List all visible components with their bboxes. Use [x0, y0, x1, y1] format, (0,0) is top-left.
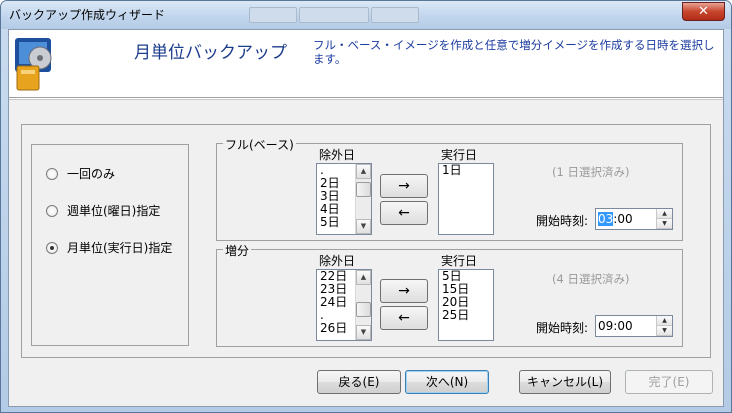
incremental-excluded-items[interactable]: 22日 23日 24日 . 26日: [320, 270, 347, 335]
full-executed-items[interactable]: 1日: [442, 164, 462, 177]
full-start-time-field[interactable]: 03:00 ▲ ▼: [595, 208, 673, 230]
window-title: バックアップ作成ウィザード: [9, 8, 166, 22]
full-add-day-button[interactable]: →: [380, 174, 428, 198]
page-title: 月単位バックアップ: [134, 43, 287, 63]
full-group-label: フル(ベース): [223, 136, 296, 153]
spin-up-icon[interactable]: ▲: [657, 209, 672, 219]
next-button[interactable]: 次へ(N): [405, 370, 489, 394]
incremental-add-day-button[interactable]: →: [380, 279, 428, 303]
incremental-time-spinner[interactable]: ▲ ▼: [656, 316, 672, 336]
full-executed-list[interactable]: 1日: [438, 163, 494, 235]
mode-option-weekly[interactable]: 週単位(曜日)指定: [46, 202, 160, 219]
full-selected-count: (1 日選択済み): [552, 165, 630, 179]
scroll-up-icon[interactable]: ▲: [356, 164, 371, 179]
scroll-down-icon[interactable]: ▼: [356, 219, 371, 234]
full-start-time-label: 開始時刻:: [536, 214, 589, 228]
list-item[interactable]: 25日: [442, 309, 469, 322]
incremental-start-time-field[interactable]: 09:00 ▲ ▼: [595, 315, 673, 337]
spin-up-icon[interactable]: ▲: [657, 316, 672, 326]
spin-down-icon[interactable]: ▼: [657, 219, 672, 229]
mode-option-once[interactable]: 一回のみ: [46, 165, 115, 182]
incremental-executed-label: 実行日: [441, 254, 478, 268]
mode-weekly-label: 週単位(曜日)指定: [67, 204, 161, 218]
mode-once-label: 一回のみ: [67, 167, 116, 181]
finish-button[interactable]: 完了(E): [625, 370, 713, 394]
background-taskbar-ghost: [249, 7, 419, 25]
scroll-down-icon[interactable]: ▼: [356, 325, 371, 340]
wizard-client-area: 月単位バックアップ フル・ベース・イメージを作成と任意で増分イメージを作成する日…: [8, 29, 724, 407]
full-time-rest[interactable]: :00: [613, 212, 632, 226]
incremental-selected-count: (4 日選択済み): [552, 272, 630, 286]
incremental-executed-list[interactable]: 5日 15日 20日 25日: [438, 269, 494, 341]
scroll-thumb[interactable]: [356, 302, 371, 317]
full-start-time-value[interactable]: 03:00: [598, 212, 633, 226]
full-remove-day-button[interactable]: ←: [380, 201, 428, 225]
header-separator: [9, 98, 723, 100]
list-item[interactable]: 26日: [320, 322, 347, 335]
list-item[interactable]: 24日: [320, 296, 347, 309]
full-excluded-scrollbar[interactable]: ▲ ▼: [355, 164, 371, 234]
back-button[interactable]: 戻る(E): [317, 370, 401, 394]
full-executed-label: 実行日: [441, 148, 478, 162]
incremental-excluded-label: 除外日: [319, 254, 356, 268]
incremental-excluded-scrollbar[interactable]: ▲ ▼: [355, 270, 371, 340]
cancel-button[interactable]: キャンセル(L): [519, 370, 611, 394]
wizard-window: バックアップ作成ウィザード ✕ 月単位バックアップ フル・ベース・イメージを作成…: [0, 0, 732, 413]
incremental-group-label: 増分: [223, 242, 252, 259]
full-excluded-items[interactable]: . 2日 3日 4日 5日: [320, 164, 340, 229]
schedule-mode-panel: 一回のみ 週単位(曜日)指定 月単位(実行日)指定: [31, 144, 189, 346]
incremental-excluded-list[interactable]: 22日 23日 24日 . 26日 ▲ ▼: [316, 269, 372, 341]
radio-once-icon[interactable]: [46, 167, 58, 180]
wizard-header: 月単位バックアップ フル・ベース・イメージを作成と任意で増分イメージを作成する日…: [9, 30, 723, 98]
backup-wizard-icon: [15, 38, 52, 91]
incremental-executed-items[interactable]: 5日 15日 20日 25日: [442, 270, 469, 322]
incremental-remove-day-button[interactable]: ←: [380, 306, 428, 330]
full-excluded-list[interactable]: . 2日 3日 4日 5日 ▲ ▼: [316, 163, 372, 235]
full-excluded-label: 除外日: [319, 148, 356, 162]
list-item[interactable]: 5日: [320, 216, 340, 229]
scroll-up-icon[interactable]: ▲: [356, 270, 371, 285]
radio-monthly-icon[interactable]: [46, 241, 58, 254]
incremental-start-time-value[interactable]: 09:00: [598, 319, 633, 333]
full-time-spinner[interactable]: ▲ ▼: [656, 209, 672, 229]
close-button[interactable]: ✕: [682, 2, 725, 21]
scroll-thumb[interactable]: [356, 182, 371, 197]
mode-option-monthly[interactable]: 月単位(実行日)指定: [46, 239, 172, 256]
title-bar[interactable]: バックアップ作成ウィザード ✕: [1, 1, 731, 29]
spin-down-icon[interactable]: ▼: [657, 326, 672, 336]
list-item[interactable]: 1日: [442, 164, 462, 177]
page-description: フル・ベース・イメージを作成と任意で増分イメージを作成する日時を選択します。: [313, 38, 715, 66]
radio-weekly-icon[interactable]: [46, 204, 58, 217]
mode-monthly-label: 月単位(実行日)指定: [67, 241, 173, 255]
full-time-hour[interactable]: 03: [598, 212, 614, 226]
incremental-start-time-label: 開始時刻:: [536, 321, 589, 335]
